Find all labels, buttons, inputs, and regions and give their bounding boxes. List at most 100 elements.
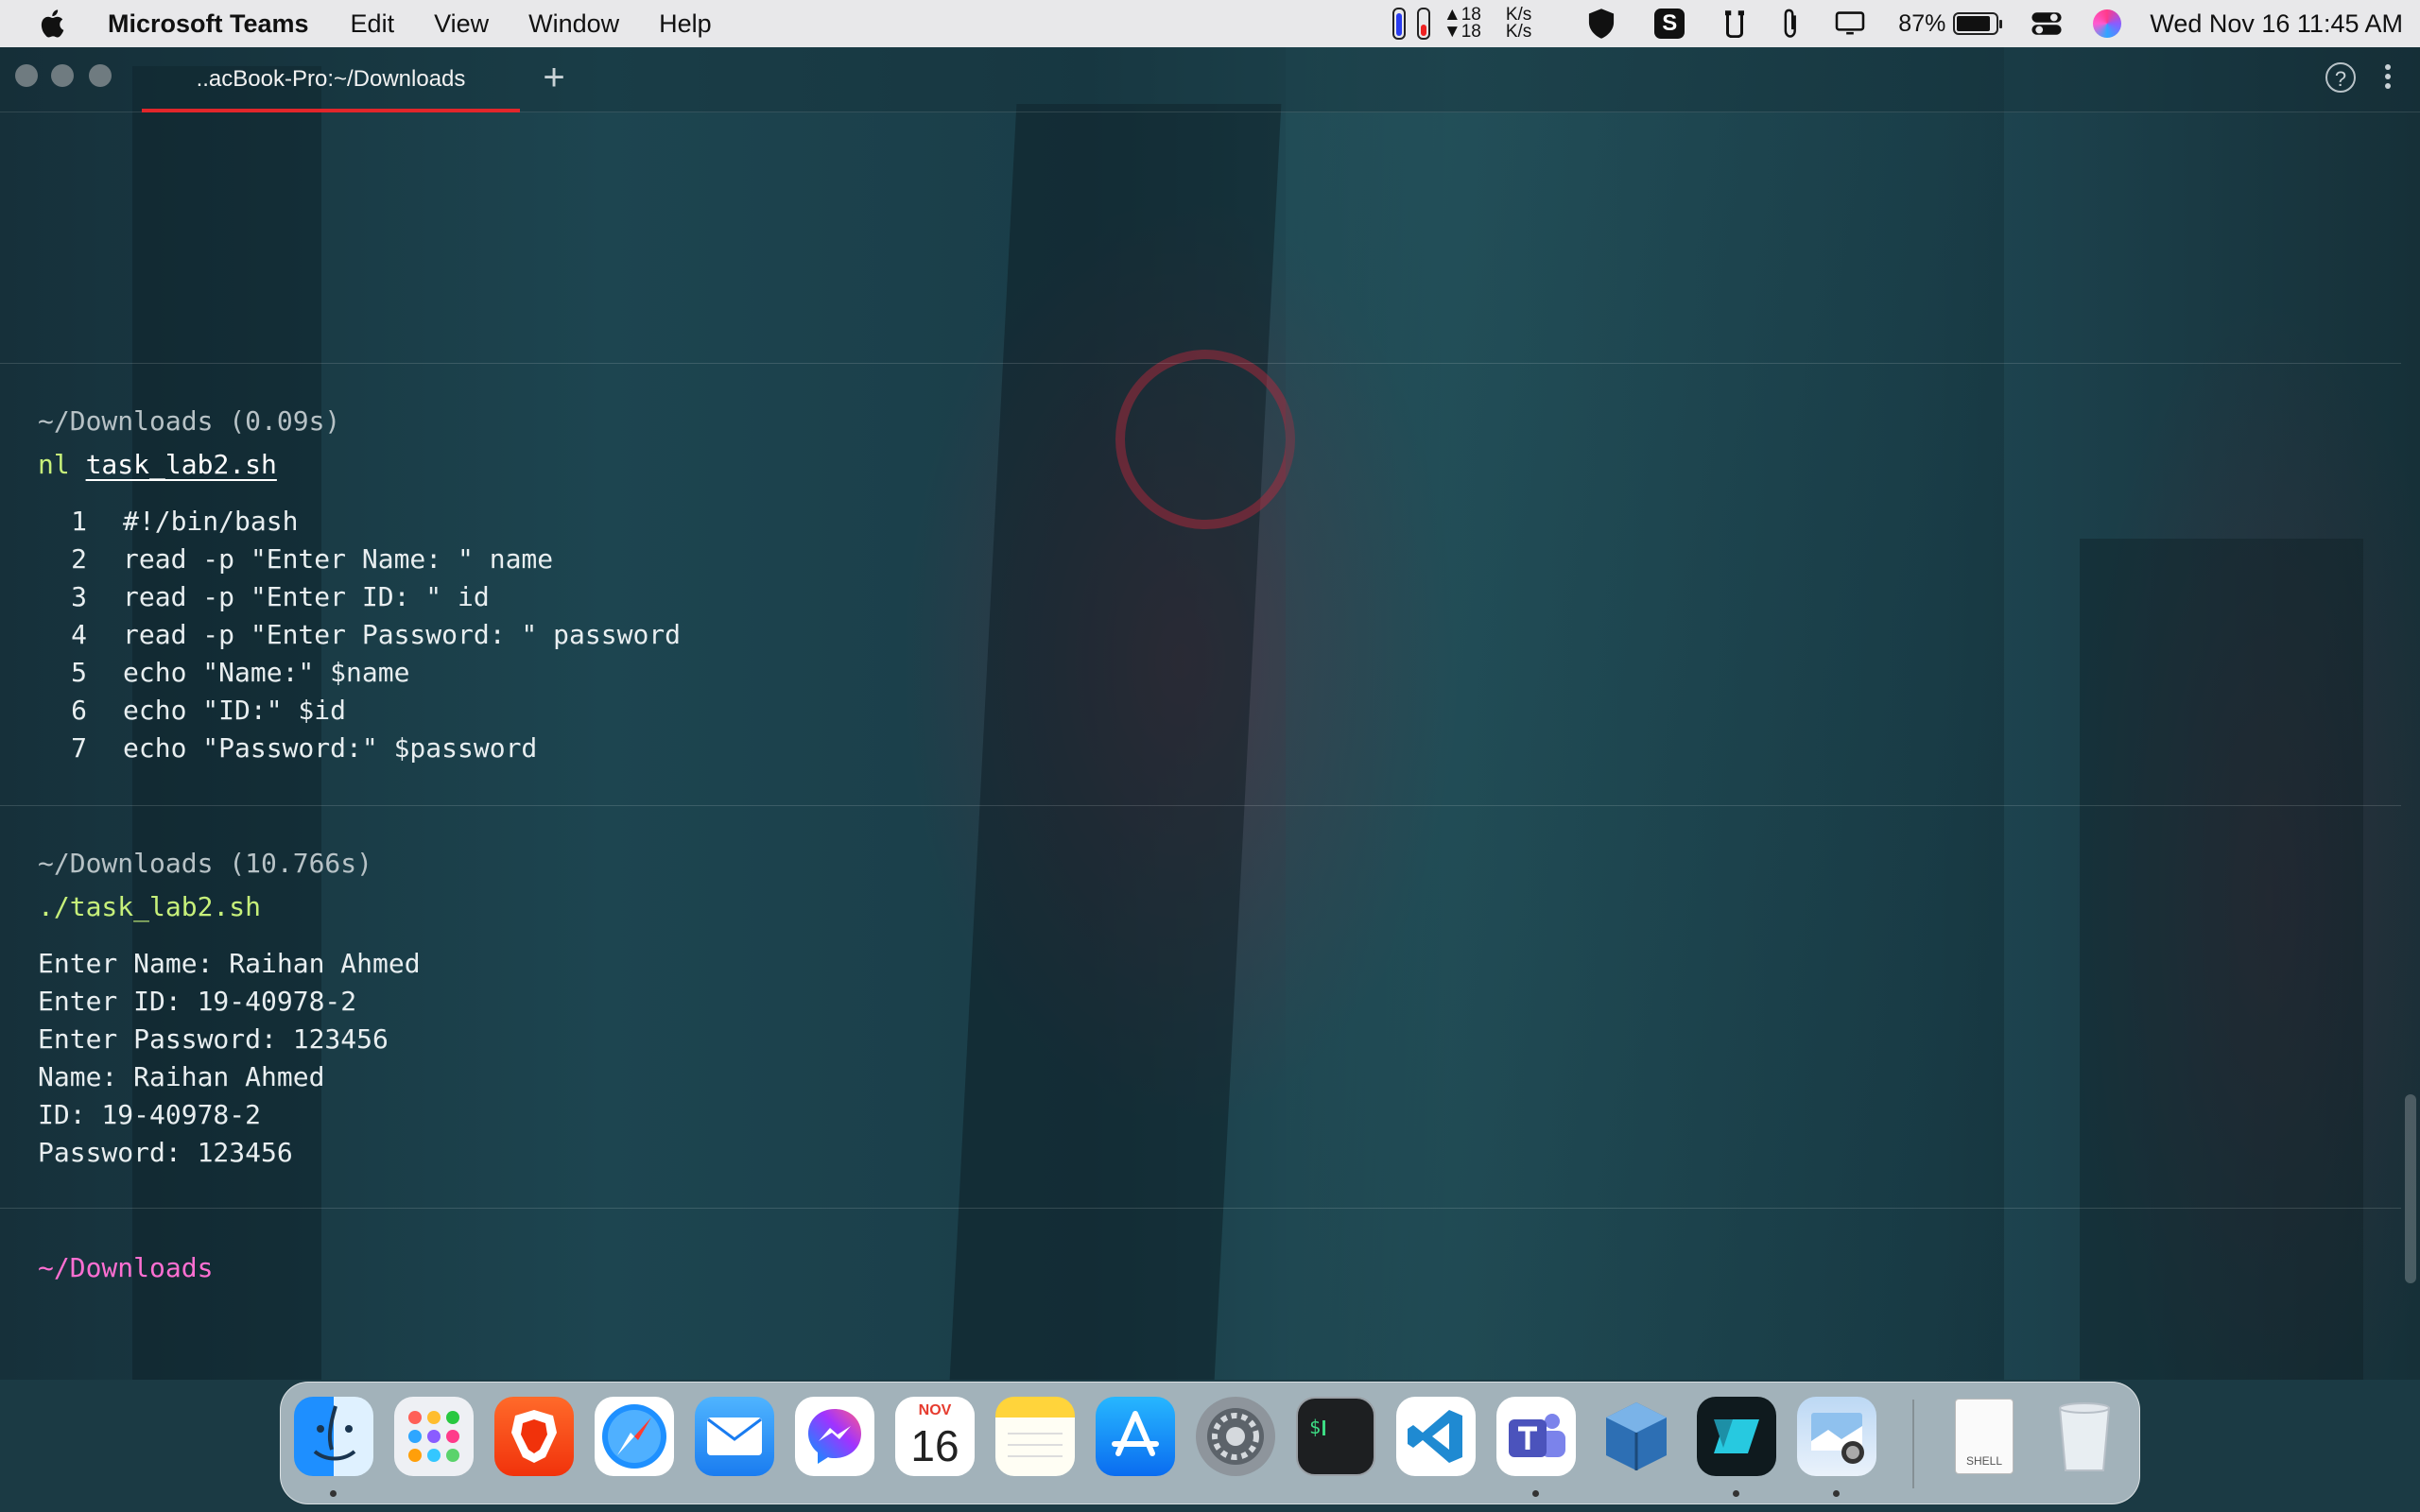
line-text: read -p "Enter ID: " id [123, 581, 490, 612]
shield-icon[interactable] [1586, 8, 1616, 40]
line-number: 2 [71, 543, 87, 575]
listing-line: 4 read -p "Enter Password: " password [23, 616, 681, 654]
running-indicator [330, 1490, 337, 1497]
terminal-output[interactable]: ~/Downloads (0.09s) nl task_lab2.sh 1 #!/… [0, 112, 2420, 1380]
document-icon: SHELL [1955, 1399, 2014, 1474]
network-speed[interactable]: ▲18 ▼18 [1443, 6, 1481, 42]
menu-edit[interactable]: Edit [351, 9, 395, 39]
clipboard-icon[interactable] [1722, 9, 1747, 38]
terminal-tab[interactable]: ..acBook-Pro:~/Downloads [142, 47, 520, 112]
trash-icon[interactable] [2045, 1397, 2124, 1476]
line-text: #!/bin/bash [123, 506, 299, 537]
line-text: read -p "Enter Name: " name [123, 543, 554, 575]
block-header: ~/Downloads (0.09s) [38, 405, 341, 437]
status-area: ▲18 ▼18 K/s K/s S 87% Wed Nov 16 11:45 A… [1368, 0, 2403, 47]
line-number: 3 [71, 581, 87, 612]
dock: NOV 16 $ SHELL [280, 1382, 2140, 1504]
block-divider [0, 1208, 2401, 1209]
s-app-icon[interactable]: S [1654, 9, 1685, 39]
net-down: ▼18 [1443, 22, 1481, 42]
output-line: Enter ID: 19-40978-2 [38, 986, 357, 1017]
brave-icon[interactable] [494, 1397, 574, 1476]
output-line: ID: 19-40978-2 [38, 1099, 262, 1130]
teams-icon[interactable] [1496, 1397, 1576, 1476]
line-number: 5 [71, 657, 87, 688]
battery-percent[interactable]: 87% [1898, 10, 1945, 38]
preview-icon[interactable] [1797, 1397, 1876, 1476]
running-indicator [1733, 1490, 1739, 1497]
block-header: ~/Downloads (10.766s) [38, 848, 373, 879]
menu-clock[interactable]: Wed Nov 16 11:45 AM [2150, 9, 2403, 39]
terminal-icon[interactable]: $ [1296, 1397, 1375, 1476]
red-temp-gauge-icon[interactable] [1416, 8, 1430, 40]
line-number: 4 [71, 619, 87, 650]
block-divider [0, 805, 2401, 806]
paperclip-icon[interactable] [1781, 9, 1802, 39]
listing-line: 2 read -p "Enter Name: " name [23, 541, 553, 578]
apple-menu-icon[interactable] [38, 8, 70, 40]
safari-icon[interactable] [595, 1397, 674, 1476]
menu-view[interactable]: View [434, 9, 489, 39]
terminal-window: ..acBook-Pro:~/Downloads + ? ~/Downloads… [0, 47, 2420, 1380]
blue-temp-gauge-icon[interactable] [1392, 8, 1406, 40]
shell-file-label: SHELL [1965, 1454, 2003, 1468]
listing-line: 7 echo "Password:" $password [23, 730, 537, 767]
line-number: 7 [71, 732, 87, 764]
messenger-icon[interactable] [795, 1397, 874, 1476]
notes-icon[interactable] [995, 1397, 1075, 1476]
display-icon[interactable] [1834, 10, 1866, 37]
listing-line: 3 read -p "Enter ID: " id [23, 578, 490, 616]
mail-icon[interactable] [695, 1397, 774, 1476]
vscode-icon[interactable] [1396, 1397, 1476, 1476]
calendar-icon[interactable]: NOV 16 [895, 1397, 975, 1476]
command-name: nl [38, 449, 70, 480]
control-center-icon[interactable] [2031, 11, 2063, 36]
shell-file-icon[interactable]: SHELL [1945, 1397, 2024, 1476]
output-line: Enter Password: 123456 [38, 1023, 389, 1055]
listing-line: 5 echo "Name:" $name [23, 654, 409, 692]
line-number: 6 [71, 695, 87, 726]
zoom-window-button[interactable] [89, 64, 112, 87]
line-text: echo "ID:" $id [123, 695, 347, 726]
running-indicator [1532, 1490, 1539, 1497]
menu-window[interactable]: Window [528, 9, 619, 39]
calendar-day: 16 [910, 1421, 959, 1470]
system-preferences-icon[interactable] [1196, 1397, 1275, 1476]
listing-line: 1 #!/bin/bash [23, 503, 298, 541]
calendar-month: NOV [895, 1400, 975, 1421]
help-button[interactable]: ? [2325, 62, 2356, 93]
launchpad-icon[interactable] [394, 1397, 474, 1476]
command-argument[interactable]: task_lab2.sh [86, 449, 277, 480]
line-text: echo "Name:" $name [123, 657, 410, 688]
command-line[interactable]: ./task_lab2.sh [38, 888, 261, 926]
more-options-icon[interactable] [2382, 60, 2394, 94]
current-prompt[interactable]: ~/Downloads [38, 1249, 213, 1287]
menu-help[interactable]: Help [659, 9, 712, 39]
menu-bar: Microsoft Teams Edit View Window Help ▲1… [0, 0, 2420, 47]
tab-title: ..acBook-Pro:~/Downloads [196, 66, 466, 92]
line-text: echo "Password:" $password [123, 732, 538, 764]
block-divider [0, 363, 2401, 364]
command-line[interactable]: nl task_lab2.sh [38, 446, 277, 484]
warp-icon[interactable] [1697, 1397, 1776, 1476]
title-bar: ..acBook-Pro:~/Downloads + ? [0, 47, 2420, 112]
svg-text:$: $ [1309, 1416, 1321, 1438]
dock-separator [1912, 1400, 1914, 1488]
new-tab-button[interactable]: + [535, 59, 573, 96]
listing-line: 6 echo "ID:" $id [23, 692, 346, 730]
finder-icon[interactable] [294, 1397, 373, 1476]
output-line: Name: Raihan Ahmed [38, 1061, 325, 1092]
close-window-button[interactable] [15, 64, 38, 87]
network-units: K/s K/s [1505, 6, 1532, 42]
terminal-scrollbar[interactable] [2405, 1094, 2416, 1283]
output-line: Password: 123456 [38, 1137, 293, 1168]
virtualbox-icon[interactable] [1597, 1397, 1676, 1476]
minimize-window-button[interactable] [51, 64, 74, 87]
app-store-icon[interactable] [1096, 1397, 1175, 1476]
app-name-menu[interactable]: Microsoft Teams [108, 9, 309, 39]
battery-icon[interactable] [1953, 12, 2003, 35]
net-unit-down: K/s [1505, 22, 1532, 42]
output-line: Enter Name: Raihan Ahmed [38, 948, 421, 979]
line-number: 1 [71, 506, 87, 537]
siri-icon[interactable] [2093, 9, 2122, 38]
